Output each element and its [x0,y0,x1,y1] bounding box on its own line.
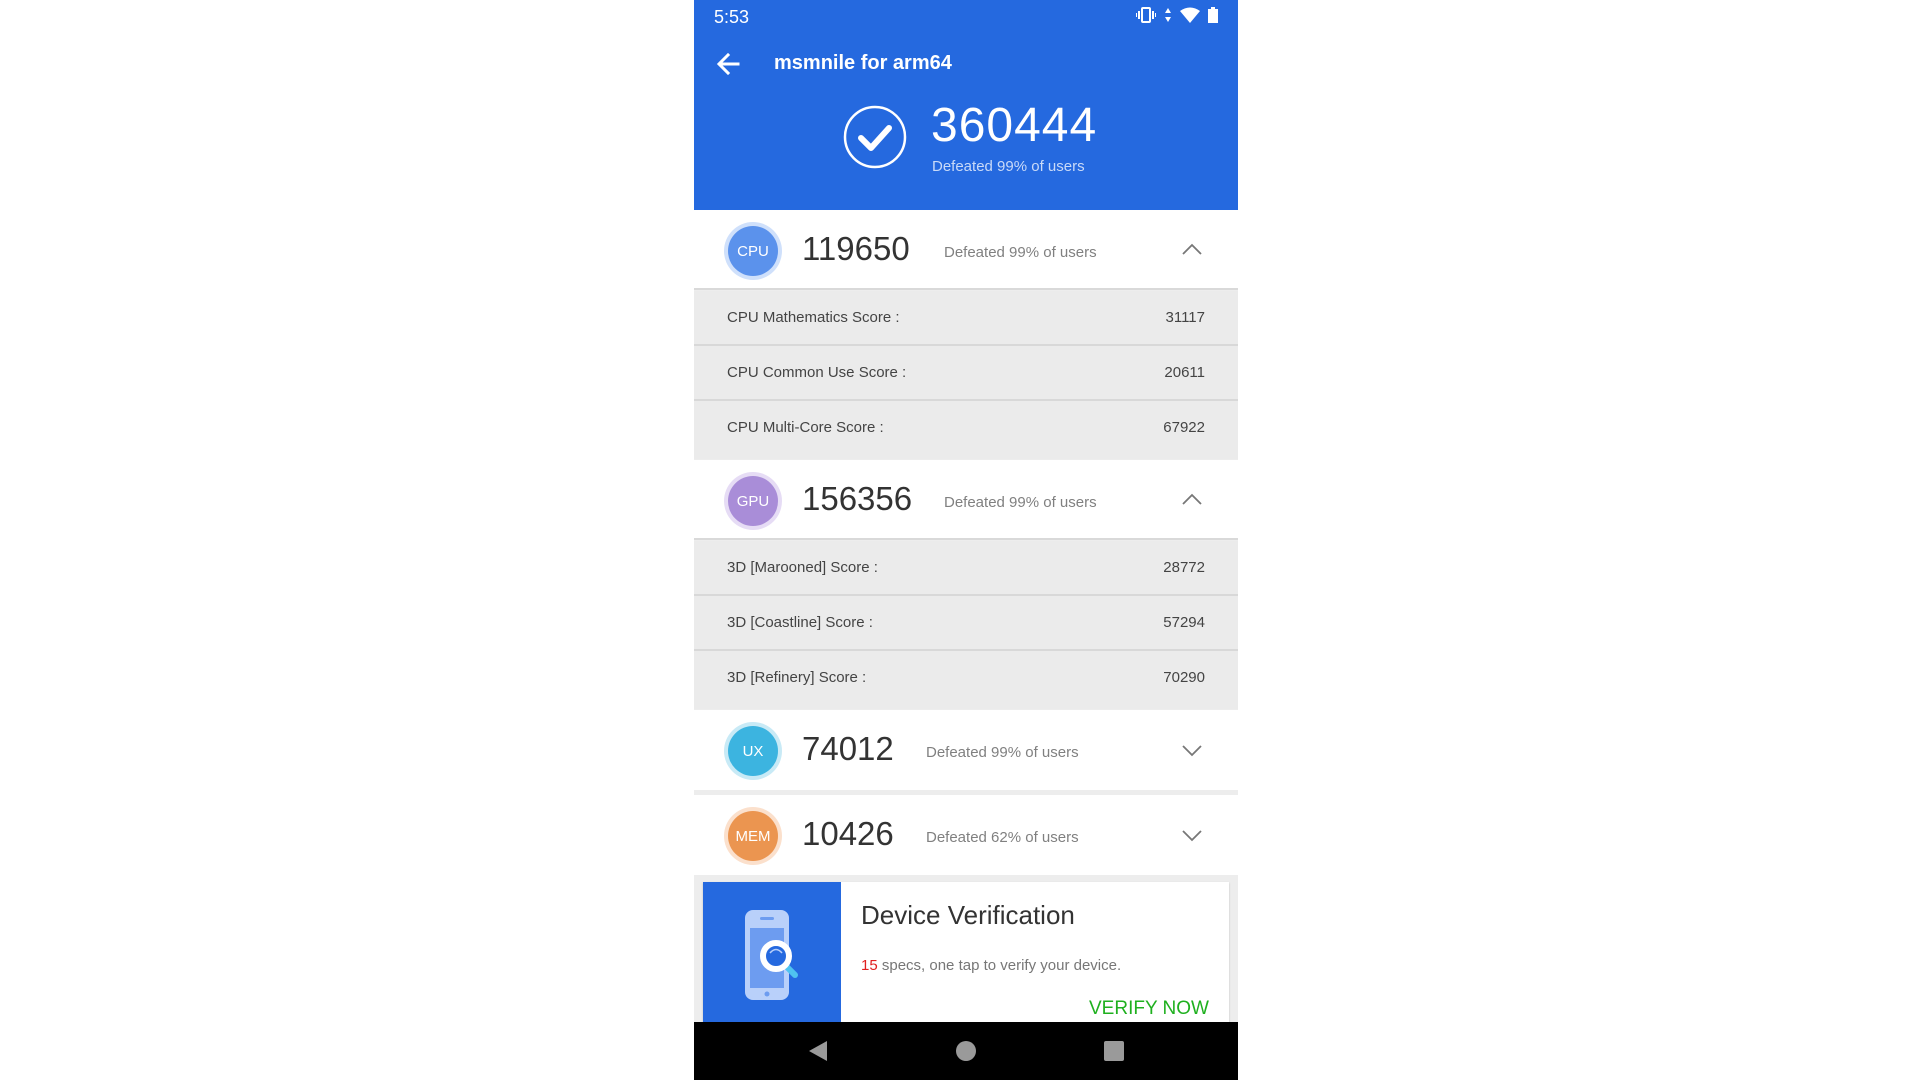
total-score-block: 360444 Defeated 99% of users [842,99,1202,180]
row-value: 57294 [1163,614,1205,631]
verify-now-button[interactable]: VERIFY NOW [1089,998,1209,1020]
mem-score: 10426 [802,815,894,852]
total-score-subtitle: Defeated 99% of users [932,158,1085,175]
row-label: CPU Multi-Core Score : [727,419,884,436]
status-icons [1136,7,1218,28]
category-cpu[interactable]: CPU 119650 Defeated 99% of users [694,210,1238,290]
row-value: 67922 [1163,419,1205,436]
row-value: 70290 [1163,669,1205,686]
gpu-detail-row: 3D [Coastline] Score : 57294 [694,596,1238,651]
cpu-score: 119650 [802,230,910,267]
ux-score: 74012 [802,730,894,767]
cpu-detail-row: CPU Common Use Score : 20611 [694,346,1238,401]
nav-back-button[interactable] [804,1037,832,1065]
ux-badge: UX [728,726,778,776]
total-score: 360444 [931,99,1098,152]
status-bar: 5:53 [694,0,1238,34]
mem-badge: MEM [728,811,778,861]
nav-recents-button[interactable] [1100,1037,1128,1065]
battery-icon [1208,7,1218,28]
gpu-badge: GPU [728,476,778,526]
square-recents-icon [1104,1041,1124,1061]
card-description-text: specs, one tap to verify your device. [877,957,1122,974]
page-title: msmnile for arm64 [774,52,952,74]
card-title: Device Verification [861,900,1075,930]
row-value: 31117 [1165,309,1206,326]
nav-home-button[interactable] [952,1037,980,1065]
row-label: CPU Mathematics Score : [727,309,900,326]
back-button[interactable] [712,48,744,80]
row-label: CPU Common Use Score : [727,364,907,381]
ux-subtitle: Defeated 99% of users [926,744,1079,761]
chevron-up-icon[interactable] [1180,488,1204,512]
wifi-icon [1180,7,1200,28]
gpu-detail-row: 3D [Marooned] Score : 28772 [694,541,1238,596]
card-description: 15 specs, one tap to verify your device. [861,957,1121,974]
check-circle-icon [843,105,907,169]
category-mem[interactable]: MEM 10426 Defeated 62% of users [694,795,1238,875]
row-value: 20611 [1164,364,1205,381]
vibrate-icon [1136,7,1156,28]
circle-home-icon [956,1041,976,1061]
cpu-badge: CPU [728,226,778,276]
row-label: 3D [Coastline] Score : [727,614,873,631]
data-arrows-icon [1164,7,1172,28]
gpu-detail-row: 3D [Refinery] Score : 70290 [694,651,1238,709]
gpu-subtitle: Defeated 99% of users [944,494,1097,511]
navigation-bar [694,1022,1238,1080]
cpu-subtitle: Defeated 99% of users [944,244,1097,261]
chevron-up-icon[interactable] [1180,238,1204,262]
cpu-detail-row: CPU Mathematics Score : 31117 [694,291,1238,346]
phone-screen: 5:53 msmnile for arm64 360444 Defeated 9… [694,0,1238,1080]
arrow-left-icon [716,53,740,75]
device-verification-card[interactable]: Device Verification 15 specs, one tap to… [703,882,1229,1032]
mem-subtitle: Defeated 62% of users [926,829,1079,846]
app-header: 5:53 msmnile for arm64 360444 Defeated 9… [694,0,1238,210]
gpu-score: 156356 [802,480,913,517]
spec-count: 15 [861,957,878,974]
category-gpu[interactable]: GPU 156356 Defeated 99% of users [694,460,1238,540]
title-row: msmnile for arm64 [694,44,1238,84]
category-ux[interactable]: UX 74012 Defeated 99% of users [694,710,1238,790]
row-label: 3D [Marooned] Score : [727,559,878,576]
phone-search-icon [745,910,798,1000]
triangle-back-icon [809,1041,827,1061]
chevron-down-icon[interactable] [1180,823,1204,847]
cpu-detail-row: CPU Multi-Core Score : 67922 [694,401,1238,459]
row-label: 3D [Refinery] Score : [727,669,867,686]
card-image [703,882,841,1032]
chevron-down-icon[interactable] [1180,738,1204,762]
status-time: 5:53 [714,7,750,27]
row-value: 28772 [1163,559,1205,576]
